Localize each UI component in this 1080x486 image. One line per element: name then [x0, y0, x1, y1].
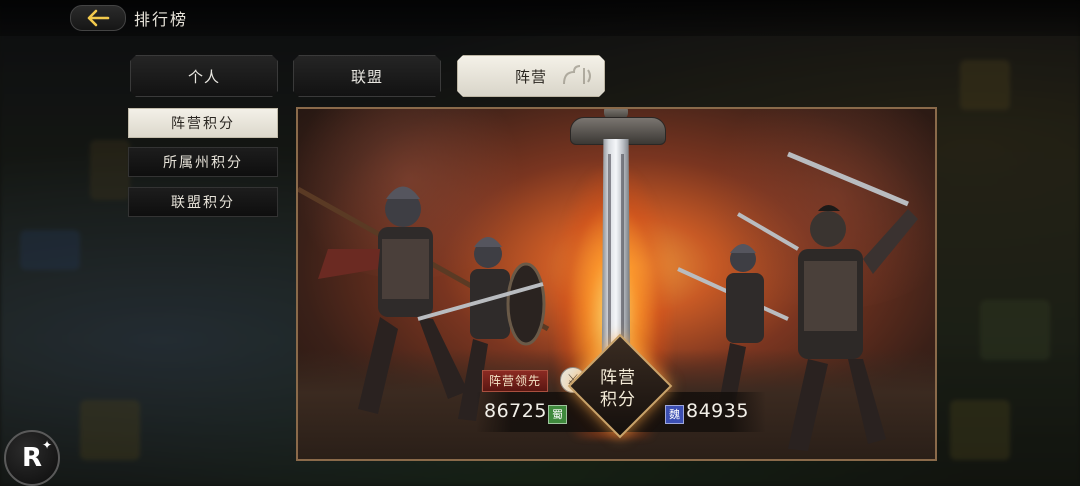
floating-r-button[interactable]: R ✦ — [4, 430, 60, 486]
back-button[interactable] — [70, 5, 126, 31]
subtab-alliance-score[interactable]: 联盟积分 — [128, 187, 278, 217]
subtab-label: 所属州积分 — [163, 155, 243, 171]
subtab-label: 联盟积分 — [171, 195, 235, 211]
r-button-label: R — [21, 443, 43, 473]
tab-alliance[interactable]: 联盟 — [293, 55, 441, 97]
cloud-ornament-icon — [560, 62, 594, 90]
camp-battle-panel: 阵营领先 ⚔ 86725 蜀 阵营 积分 魏 84935 — [296, 107, 937, 461]
subtab-camp-score[interactable]: 阵营积分 — [128, 108, 278, 138]
camp-score-label-line2: 积分 — [600, 390, 636, 410]
subtab-label: 阵营积分 — [171, 116, 235, 132]
tab-label: 个人 — [187, 67, 220, 86]
subtab-state-score[interactable]: 所属州积分 — [128, 147, 278, 177]
tab-label: 阵营 — [514, 67, 547, 86]
shu-faction-tag: 蜀 — [548, 405, 567, 424]
camp-score-label-line1: 阵营 — [600, 368, 636, 388]
top-bar: 排行榜 — [0, 0, 1080, 36]
tab-personal[interactable]: 个人 — [130, 55, 278, 97]
camp-score-label: 阵营 积分 — [583, 367, 653, 411]
wei-faction-tag: 魏 — [665, 405, 684, 424]
page-title: 排行榜 — [134, 10, 189, 29]
tab-camp[interactable]: 阵营 — [457, 55, 605, 97]
leading-camp-badge: 阵营领先 — [482, 370, 549, 392]
back-arrow-icon — [87, 9, 110, 27]
wei-camp-score: 84935 — [686, 400, 749, 422]
sparkle-icon: ✦ — [41, 438, 52, 452]
shu-camp-score: 86725 — [484, 400, 547, 422]
tab-label: 联盟 — [350, 67, 383, 86]
